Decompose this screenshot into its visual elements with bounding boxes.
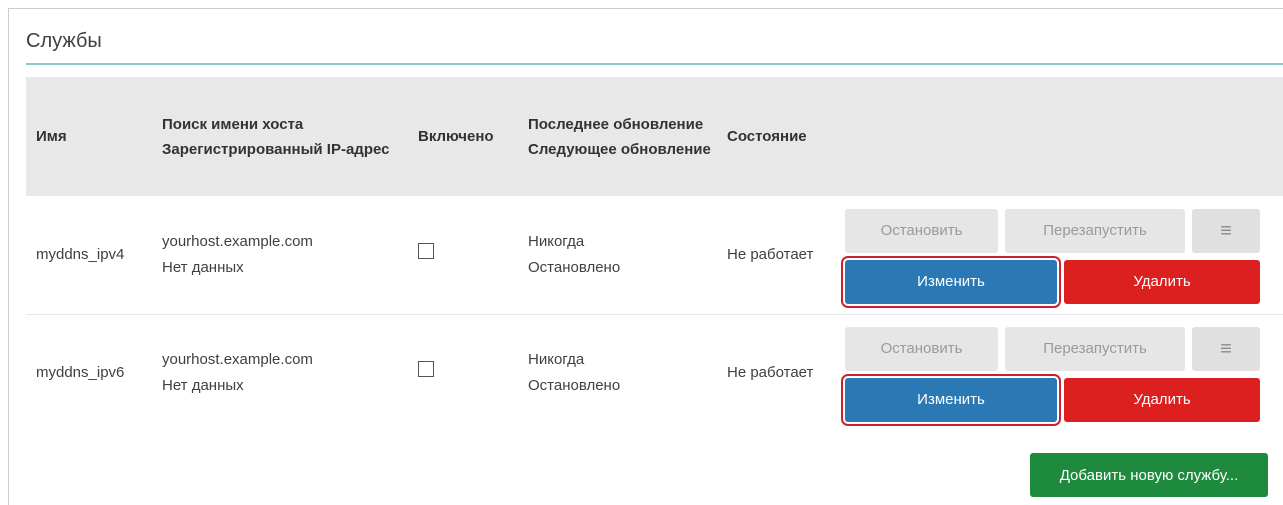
header-hostname: Поиск имени хоста Зарегистрированный IP-… bbox=[152, 77, 408, 196]
header-enabled: Включено bbox=[418, 128, 494, 145]
service-last-update: Никогда bbox=[528, 232, 585, 250]
service-registered-ip: Нет данных bbox=[162, 377, 244, 395]
enabled-checkbox[interactable] bbox=[418, 242, 434, 259]
service-hostname: yourhost.example.com bbox=[162, 232, 313, 250]
table-header-row: Имя Поиск имени хоста Зарегистрированный… bbox=[26, 77, 1283, 196]
service-status: Не работает bbox=[717, 313, 845, 432]
stop-button[interactable]: Остановить bbox=[845, 327, 998, 372]
service-next-update: Остановлено bbox=[528, 258, 621, 276]
service-update-cell: Никогда Остановлено bbox=[518, 196, 717, 314]
service-enabled-cell bbox=[408, 196, 518, 314]
service-actions-cell: Остановить Перезапустить ≡ Изменить Удал… bbox=[841, 196, 1283, 314]
delete-button[interactable]: Удалить bbox=[1064, 378, 1260, 423]
restart-button[interactable]: Перезапустить bbox=[1005, 327, 1185, 372]
service-actions-cell: Остановить Перезапустить ≡ Изменить Удал… bbox=[841, 313, 1283, 432]
service-last-update: Никогда bbox=[528, 351, 585, 369]
table-row: myddns_ipv4 yourhost.example.com Нет дан… bbox=[26, 196, 1283, 314]
header-update: Последнее обновление Следующее обновлени… bbox=[518, 77, 717, 196]
header-hostname-lookup: Поиск имени хоста bbox=[162, 115, 304, 133]
header-status: Состояние bbox=[727, 128, 807, 145]
stop-button[interactable]: Остановить bbox=[845, 208, 998, 253]
add-service-button[interactable]: Добавить новую службу... bbox=[1030, 453, 1268, 497]
edit-button[interactable]: Изменить bbox=[841, 374, 1061, 427]
restart-button[interactable]: Перезапустить bbox=[1005, 208, 1185, 253]
edit-button[interactable]: Изменить bbox=[841, 255, 1061, 308]
header-name: Имя bbox=[36, 128, 67, 145]
enabled-checkbox[interactable] bbox=[418, 361, 434, 378]
service-update-cell: Никогда Остановлено bbox=[518, 313, 717, 432]
header-registered-ip: Зарегистрированный IP-адрес bbox=[162, 140, 390, 158]
section-title: Службы bbox=[26, 30, 102, 52]
header-next-update: Следующее обновление bbox=[528, 140, 711, 158]
action-group: Остановить Перезапустить ≡ Изменить Удал… bbox=[841, 205, 1283, 308]
service-next-update: Остановлено bbox=[528, 377, 621, 395]
service-status: Не работает bbox=[727, 245, 814, 263]
service-registered-ip: Нет данных bbox=[162, 258, 244, 276]
service-host-cell: yourhost.example.com Нет данных bbox=[152, 196, 408, 314]
service-name: myddns_ipv6 bbox=[26, 313, 152, 432]
service-name: myddns_ipv4 bbox=[36, 245, 125, 263]
menu-icon[interactable]: ≡ bbox=[1192, 208, 1260, 253]
table-row: myddns_ipv6 yourhost.example.com Нет дан… bbox=[26, 313, 1283, 432]
menu-icon[interactable]: ≡ bbox=[1192, 327, 1260, 372]
service-hostname: yourhost.example.com bbox=[162, 351, 313, 369]
header-last-update: Последнее обновление bbox=[528, 115, 704, 133]
title-divider bbox=[26, 63, 1283, 65]
delete-button[interactable]: Удалить bbox=[1064, 259, 1260, 304]
service-enabled-cell bbox=[408, 313, 518, 432]
services-table: Имя Поиск имени хоста Зарегистрированный… bbox=[26, 77, 1283, 432]
header-actions bbox=[845, 77, 1283, 196]
service-host-cell: yourhost.example.com Нет данных bbox=[152, 313, 408, 432]
action-group: Остановить Перезапустить ≡ Изменить Удал… bbox=[841, 323, 1283, 427]
